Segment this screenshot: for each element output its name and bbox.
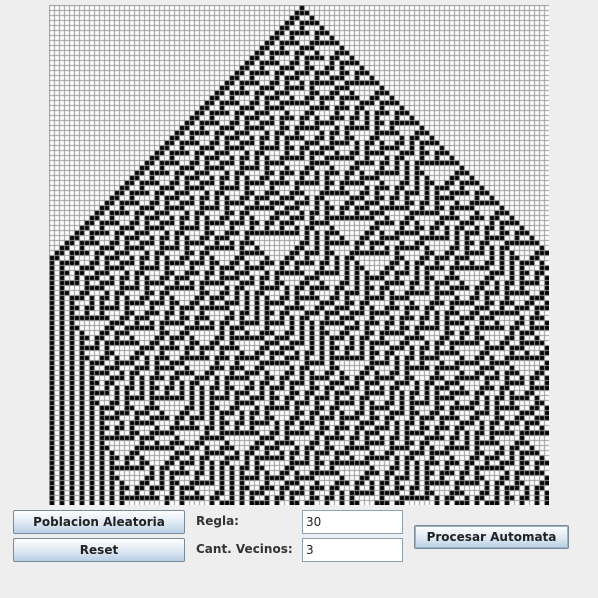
rule-label: Regla: [196,514,239,528]
neighbors-label: Cant. Vecinos: [196,542,293,556]
random-population-button[interactable]: Poblacion Aleatoria [13,510,185,534]
neighbors-input[interactable] [302,538,403,562]
reset-button[interactable]: Reset [13,538,185,562]
app-window: Poblacion Aleatoria Reset Regla: Cant. V… [0,0,598,598]
process-automaton-button[interactable]: Procesar Automata [414,525,569,549]
rule-input[interactable] [302,510,403,534]
automaton-grid [49,5,549,505]
